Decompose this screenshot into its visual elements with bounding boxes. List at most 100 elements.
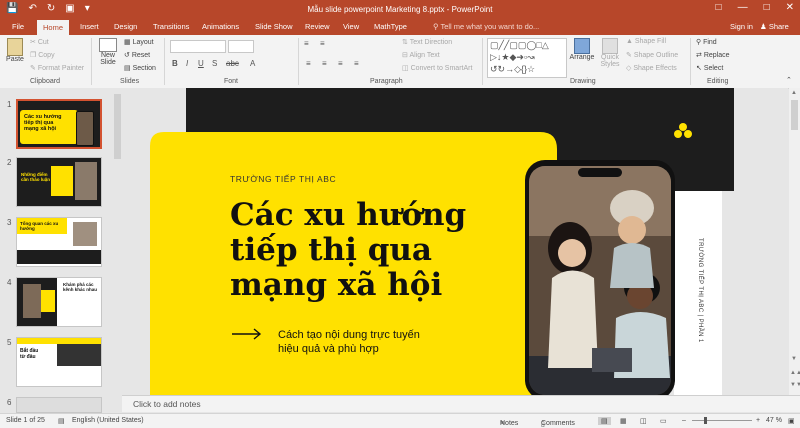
slide-canvas: TRƯỜNG TIẾP THỊ ABC Các xu hướng tiếp th…	[122, 88, 788, 400]
fit-to-window-icon[interactable]: ▣	[788, 417, 795, 425]
ribbon-tabs: File Home Insert Design Transitions Anim…	[0, 20, 800, 35]
shape-outline-button[interactable]: ✎ Shape Outline	[626, 51, 678, 59]
group-divider	[690, 38, 691, 85]
zoom-in-button[interactable]: +	[756, 417, 760, 424]
text-direction-button[interactable]: ⇅ Text Direction	[402, 38, 452, 46]
layout-button[interactable]: ▦ Layout	[124, 38, 154, 46]
scroll-up-icon[interactable]: ▲	[791, 90, 797, 96]
align-right-icon[interactable]: ≡	[338, 59, 343, 68]
shape-effects-button[interactable]: ◇ Shape Effects	[626, 64, 677, 72]
notes-pane[interactable]: Click to add notes	[122, 395, 800, 412]
zoom-slider[interactable]	[692, 420, 752, 421]
font-name-box[interactable]	[170, 40, 226, 53]
slide-side-text: TRƯỜNG TIẾP THỊ ABC | PHẦN 1	[697, 238, 704, 343]
next-slide-icon[interactable]: ▼▼	[790, 382, 800, 388]
slide-title-line-2: tiếp thị qua	[230, 231, 432, 268]
person-icon: ♟	[760, 22, 769, 31]
phone-notch	[578, 168, 622, 177]
reset-button[interactable]: ↺ Reset	[124, 51, 150, 59]
tab-view[interactable]: View	[343, 22, 359, 31]
thumbnail-title: Tổng quan các xu hướng	[20, 221, 59, 231]
align-text-button[interactable]: ⊟ Align Text	[402, 51, 440, 59]
collapse-ribbon-icon[interactable]: ⌃	[786, 76, 792, 84]
thumbnail-slide-6[interactable]	[16, 397, 102, 413]
reading-view-icon[interactable]: ◫	[640, 417, 647, 425]
copy-button[interactable]: ❐ Copy	[30, 51, 55, 59]
font-color-icon[interactable]: A	[250, 59, 255, 68]
cut-button[interactable]: ✂ Cut	[30, 38, 49, 46]
scroll-down-icon[interactable]: ▼	[791, 356, 797, 362]
sign-in-link[interactable]: Sign in	[730, 22, 753, 31]
underline-icon[interactable]: U	[198, 59, 204, 68]
zoom-level[interactable]: 47 %	[766, 417, 782, 424]
select-button[interactable]: ↖ Select	[696, 64, 723, 72]
group-divider	[164, 38, 165, 85]
zoom-slider-handle[interactable]	[704, 417, 707, 424]
normal-view-icon[interactable]: ▤	[598, 417, 611, 425]
bullets-icon[interactable]: ≡	[304, 39, 309, 48]
ribbon-display-options-icon[interactable]: □	[716, 2, 722, 13]
thumbnail-number: 1	[7, 100, 12, 109]
status-bar: Slide 1 of 25 ▤ English (United States) …	[0, 413, 800, 428]
slide-subtitle-line-2: hiệu quả và phù hợp	[278, 343, 379, 355]
thumbnail-photo	[57, 344, 101, 366]
align-left-icon[interactable]: ≡	[306, 59, 311, 68]
new-slide-button[interactable]: New Slide	[96, 38, 120, 66]
strikethrough-icon[interactable]: abc	[226, 59, 239, 68]
slide-sorter-icon[interactable]: ▦	[620, 417, 627, 425]
maximize-icon[interactable]: □	[764, 2, 770, 13]
slide-scrollbar[interactable]: ▲ ▼ ▲▲ ▼▼	[789, 88, 800, 395]
zoom-out-button[interactable]: –	[682, 417, 686, 424]
tab-mathtype[interactable]: MathType	[374, 22, 407, 31]
section-button[interactable]: ▤ Section	[124, 64, 156, 72]
arrange-button[interactable]: Arrange	[569, 38, 595, 61]
group-divider	[91, 38, 92, 85]
thumbnail-slide-1[interactable]: Các xu hướng tiếp thị qua mạng xã hội	[16, 99, 102, 149]
shadow-icon[interactable]: S	[212, 59, 217, 68]
thumbnail-photo	[73, 222, 97, 246]
tab-slide-show[interactable]: Slide Show	[255, 22, 293, 31]
tab-file[interactable]: File	[12, 22, 24, 31]
paragraph-group-label: Paragraph	[370, 78, 403, 85]
tab-design[interactable]: Design	[114, 22, 137, 31]
slide-1[interactable]: TRƯỜNG TIẾP THỊ ABC Các xu hướng tiếp th…	[122, 88, 788, 400]
convert-smartart-button[interactable]: ◫ Convert to SmartArt	[402, 64, 472, 72]
shapes-gallery[interactable]: ▢╱╱▢▢◯□△ ▷↓★◆➜▫↝ ↺↻→◇{}☆	[487, 38, 567, 78]
tab-transitions[interactable]: Transitions	[153, 22, 189, 31]
thumbnail-slide-3[interactable]: Tổng quan các xu hướng	[16, 217, 102, 267]
italic-icon[interactable]: I	[186, 59, 188, 68]
bold-icon[interactable]: B	[172, 59, 178, 68]
replace-button[interactable]: ⇄ Replace	[696, 51, 730, 59]
justify-icon[interactable]: ≡	[354, 59, 359, 68]
align-center-icon[interactable]: ≡	[322, 59, 327, 68]
thumbnail-scrollbar[interactable]	[114, 90, 121, 400]
tab-review[interactable]: Review	[305, 22, 330, 31]
smartart-icon: ◫	[402, 65, 411, 72]
minimize-icon[interactable]: —	[738, 2, 748, 13]
thumbnail-slide-4[interactable]: Khám phá các kênh khác nhau	[16, 277, 102, 327]
spell-check-icon[interactable]: ▤	[58, 417, 65, 425]
tab-animations[interactable]: Animations	[202, 22, 239, 31]
tell-me-search[interactable]: ⚲ Tell me what you want to do...	[433, 22, 539, 31]
previous-slide-icon[interactable]: ▲▲	[790, 370, 800, 376]
thumbnail-slide-5[interactable]: Bắt đầu từ đâu	[16, 337, 102, 387]
pen-icon: ✎	[626, 52, 634, 59]
slideshow-icon[interactable]: ▭	[660, 417, 667, 425]
find-button[interactable]: ⚲ Find	[696, 38, 717, 46]
shape-fill-button[interactable]: ▲ Shape Fill	[626, 38, 666, 45]
scrollbar-thumb[interactable]	[114, 94, 121, 159]
thumbnail-slide-2[interactable]: Những điểm cần thảo luận	[16, 157, 102, 207]
share-button[interactable]: ♟ Share	[760, 22, 789, 31]
font-size-box[interactable]	[228, 40, 254, 53]
thumbnail-number: 2	[7, 158, 12, 167]
tab-home[interactable]: Home	[37, 20, 70, 35]
language-indicator[interactable]: English (United States)	[72, 417, 144, 424]
paste-button[interactable]: Paste	[4, 38, 26, 63]
numbering-icon[interactable]: ≡	[320, 39, 325, 48]
scrollbar-thumb[interactable]	[791, 100, 798, 130]
tab-insert[interactable]: Insert	[80, 22, 99, 31]
thumbnail-title: Các xu hướng tiếp thị qua mạng xã hội	[24, 114, 62, 132]
quick-styles-button[interactable]: Quick Styles	[598, 38, 622, 68]
format-painter-button[interactable]: ✎ Format Painter	[30, 64, 84, 72]
close-icon[interactable]: ✕	[786, 2, 794, 13]
